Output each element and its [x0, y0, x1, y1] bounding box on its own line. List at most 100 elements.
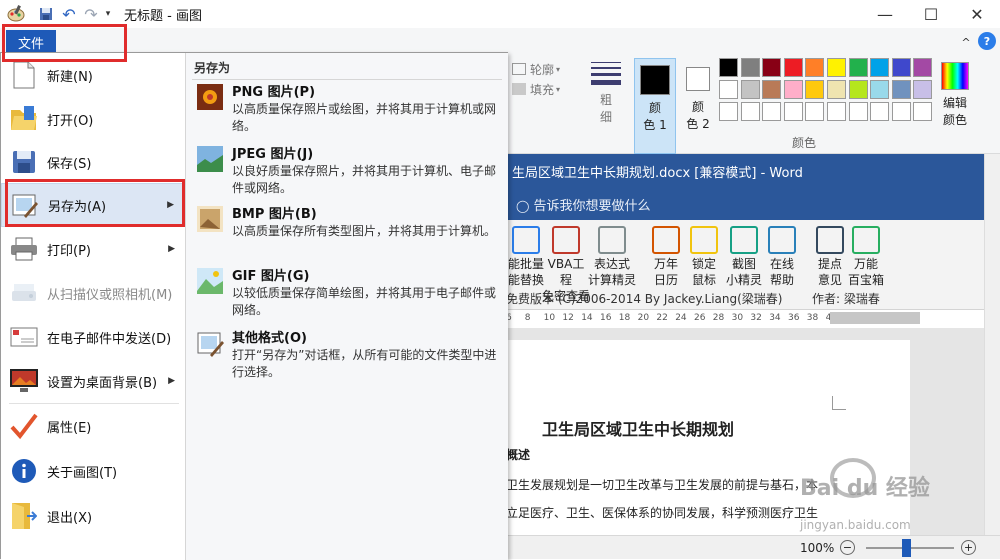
menu-item[interactable]: 属性(E)	[1, 404, 185, 448]
edit-colors-label-1: 编辑	[942, 96, 967, 110]
palette-swatch[interactable]	[783, 80, 803, 99]
menu-item[interactable]: 打印(P) ▶	[1, 227, 185, 271]
word-addin-button[interactable]: 万年 日历	[646, 220, 686, 288]
color2-button[interactable]: 颜 色 2	[678, 58, 718, 154]
customize-qat-icon[interactable]: ▾	[102, 7, 114, 21]
word-addin-button[interactable]: 提点 意见	[810, 220, 850, 288]
word-addin-button[interactable]: 万能 百宝箱	[846, 220, 886, 288]
highlight-file-tab	[2, 24, 127, 62]
baidu-watermark: Bai du 经验 jingyan.baidu.com	[790, 452, 970, 542]
palette-swatch[interactable]	[805, 58, 825, 77]
close-icon[interactable]: ✕	[954, 0, 1000, 28]
color1-button[interactable]: 颜 色 1	[634, 58, 676, 154]
palette-swatch[interactable]	[848, 58, 868, 77]
palette-swatch[interactable]	[719, 80, 738, 99]
word-addin-button[interactable]: 在线 帮助	[762, 220, 802, 288]
minimize-icon[interactable]: —	[862, 0, 908, 28]
open-folder-icon	[9, 104, 39, 134]
vertical-scrollbar[interactable]	[984, 154, 1000, 535]
save-as-option[interactable]: PNG 图片(P) 以高质量保存照片或绘图，并将其用于计算机或网络。	[192, 79, 504, 139]
menu-item[interactable]: 在电子邮件中发送(D)	[1, 315, 185, 359]
word-addin-buttons: 能批量 能替换 VBA工程 免密查看 表达式 计算精灵 万年 日历 锁定 鼠标 截图 小精灵 在线 帮助提…	[506, 220, 984, 303]
word-addin-button[interactable]: 锁定 鼠标	[684, 220, 724, 288]
size-button[interactable]: 粗 细	[586, 60, 626, 132]
outline-button[interactable]: 轮廓 ▾	[512, 60, 576, 78]
palette-swatch[interactable]	[891, 102, 911, 121]
palette-swatch[interactable]	[870, 80, 890, 99]
color1-label-2: 色 1	[643, 118, 667, 132]
word-addin-button[interactable]: 能批量 能替换	[506, 220, 546, 288]
save-as-option-description: 以较低质量保存简单绘图，并将其用于电子邮件或网络。	[232, 286, 497, 317]
document-heading: 卫生局区域卫生中长期规划	[542, 420, 735, 439]
palette-swatch[interactable]	[848, 80, 868, 99]
color1-swatch	[640, 65, 670, 95]
help-icon[interactable]: ?	[978, 32, 996, 50]
collapse-ribbon-icon[interactable]: ^	[958, 34, 974, 50]
menu-item[interactable]: 设置为桌面背景(B) ▶	[1, 359, 185, 403]
palette-swatch[interactable]	[827, 58, 846, 77]
quick-save-icon[interactable]	[38, 6, 54, 22]
save-as-option[interactable]: GIF 图片(G) 以较低质量保存简单绘图，并将其用于电子邮件或网络。	[192, 263, 504, 323]
ruler-number: 30	[731, 313, 744, 323]
lightbulb-icon: ◯	[516, 199, 530, 213]
palette-swatch[interactable]	[719, 58, 738, 77]
palette-swatch[interactable]	[762, 80, 782, 99]
word-title-bar: 生局区域卫生中长期规划.docx [兼容模式] - Word	[506, 154, 984, 187]
redo-icon[interactable]: ↷	[82, 5, 100, 24]
addin-label-line1: 万年	[653, 257, 678, 271]
author-text: 作者: 梁瑞春	[812, 292, 880, 306]
palette-swatch[interactable]	[783, 102, 803, 121]
palette-swatch[interactable]	[805, 80, 825, 99]
maximize-icon[interactable]: ☐	[908, 0, 954, 28]
palette-swatch[interactable]	[719, 102, 738, 121]
save-as-option[interactable]: 其他格式(O) 打开“另存为”对话框，从所有可能的文件类型中进行选择。	[192, 325, 504, 385]
page-corner-mark	[832, 396, 846, 410]
palette-swatch[interactable]	[913, 80, 933, 99]
edit-colors-button[interactable]: 编辑 颜色	[938, 58, 972, 154]
word-addin-button[interactable]: 截图 小精灵	[724, 220, 764, 288]
chevron-down-icon: ▾	[556, 84, 561, 94]
palette-swatch[interactable]	[740, 80, 760, 99]
word-tell-me-bar[interactable]: ◯ 告诉我你想要做什么	[506, 187, 984, 220]
palette-swatch[interactable]	[740, 102, 760, 121]
menu-item[interactable]: 保存(S)	[1, 140, 185, 184]
addin-icon	[552, 226, 580, 254]
ruler-number: 22	[656, 313, 668, 323]
palette-swatch[interactable]	[827, 102, 846, 121]
ruler-number: 14	[581, 313, 593, 323]
menu-item[interactable]: 关于画图(T)	[1, 449, 185, 493]
palette-swatch[interactable]	[891, 80, 911, 99]
zoom-slider[interactable]	[866, 539, 954, 557]
ruler-number: 38	[806, 313, 819, 323]
menu-item[interactable]: 退出(X)	[1, 494, 185, 538]
undo-icon[interactable]: ↶	[60, 5, 78, 24]
zoom-in-icon[interactable]: +	[961, 540, 976, 555]
palette-swatch[interactable]	[913, 58, 933, 77]
save-as-option-description: 以良好质量保存照片，并将其用于计算机、电子邮件或网络。	[232, 164, 497, 195]
zoom-out-icon[interactable]: −	[840, 540, 855, 555]
zoom-slider-thumb[interactable]	[902, 539, 911, 557]
word-addin-button[interactable]: 表达式 计算精灵	[588, 220, 636, 288]
palette-swatch[interactable]	[891, 58, 911, 77]
palette-swatch[interactable]	[762, 102, 782, 121]
menu-item[interactable]: 打开(O)	[1, 97, 185, 141]
palette-swatch[interactable]	[913, 102, 933, 121]
addin-label-line1: 截图	[731, 257, 756, 271]
palette-swatch[interactable]	[783, 58, 803, 77]
addin-icon	[768, 226, 796, 254]
palette-swatch[interactable]	[870, 58, 890, 77]
menu-item: 从扫描仪或照相机(M)	[1, 271, 185, 315]
menu-item-label: 在电子邮件中发送(D)	[47, 331, 172, 347]
addin-label-line1: 在线	[769, 257, 794, 271]
palette-swatch[interactable]	[805, 102, 825, 121]
paint-app-icon[interactable]	[6, 4, 26, 24]
palette-swatch[interactable]	[740, 58, 760, 77]
palette-swatch[interactable]	[870, 102, 890, 121]
save-as-option[interactable]: JPEG 图片(J) 以良好质量保存照片，并将其用于计算机、电子邮件或网络。	[192, 141, 504, 201]
line-size-icon	[591, 62, 621, 85]
palette-swatch[interactable]	[762, 58, 782, 77]
palette-swatch[interactable]	[827, 80, 846, 99]
fill-button[interactable]: 填充 ▾	[512, 80, 576, 98]
save-as-option[interactable]: BMP 图片(B) 以高质量保存所有类型图片，并将其用于计算机。	[192, 201, 504, 261]
palette-swatch[interactable]	[848, 102, 868, 121]
